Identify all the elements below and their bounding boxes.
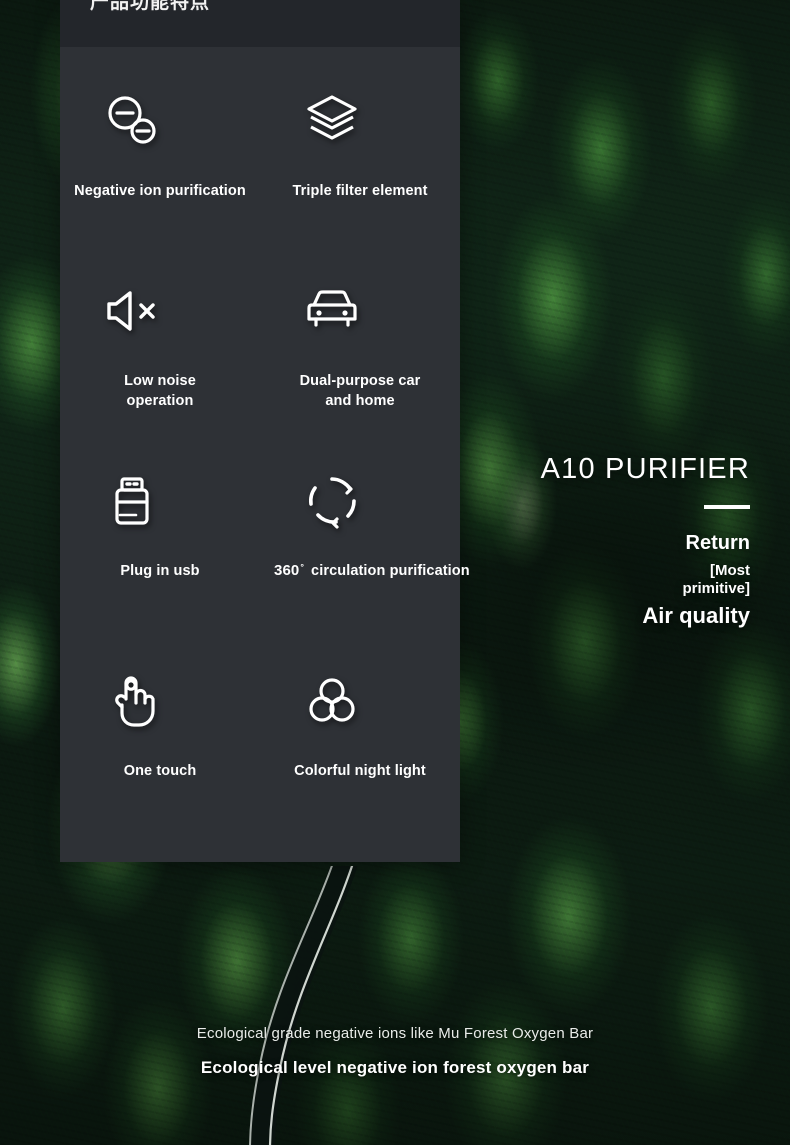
hero-text-block: A10 PURIFIER Return [Most primitive] Air…: [420, 452, 750, 629]
forest-road: [249, 866, 358, 1145]
card-header-title: 产品功能特点: [90, 0, 211, 13]
feature-card: 产品功能特点 Negative ion purification Triple …: [60, 0, 470, 862]
feature-item-low-noise[interactable]: Low noise operation: [60, 279, 260, 469]
feature-label-number: 360: [274, 562, 300, 579]
feature-label: Plug in usb: [120, 563, 200, 579]
feature-grid: Negative ion purification Triple filter …: [60, 47, 470, 862]
feature-row: Negative ion purification Triple filter …: [60, 89, 460, 279]
feature-label: Low noise operation: [124, 373, 196, 409]
title-accent-rule: [704, 505, 750, 509]
feature-row: Low noise operation Dual-purpose car and…: [60, 279, 460, 469]
negative-ion-icon: [100, 89, 164, 153]
triple-layers-icon: [300, 89, 364, 153]
feature-row: One touch Colorful night light: [60, 669, 460, 859]
car-icon: [300, 279, 364, 343]
hero-bracket-label: [Most primitive]: [682, 562, 750, 597]
feature-item-one-touch[interactable]: One touch: [60, 669, 260, 859]
product-title: A10 PURIFIER: [540, 453, 750, 485]
caption-primary: Ecological level negative ion forest oxy…: [200, 1058, 590, 1077]
usb-icon: [100, 469, 164, 533]
touch-hand-icon: [100, 669, 164, 733]
mute-speaker-icon: [100, 279, 164, 343]
circulation-360-icon: [300, 469, 364, 533]
feature-label: Dual-purpose car and home: [299, 373, 421, 409]
card-header: 产品功能特点: [60, 0, 460, 47]
hero-return-label: Return: [685, 532, 750, 554]
feature-label: Triple filter element: [292, 183, 428, 199]
feature-item-dual-purpose[interactable]: Dual-purpose car and home: [260, 279, 460, 469]
caption-secondary: Ecological grade negative ions like Mu F…: [196, 1025, 594, 1042]
feature-label: One touch: [123, 763, 197, 779]
feature-item-triple-filter[interactable]: Triple filter element: [260, 89, 460, 279]
hero-air-quality-label: Air quality: [642, 603, 750, 628]
feature-label: Negative ion purification: [74, 183, 246, 199]
feature-label: Colorful night light: [294, 763, 426, 779]
feature-item-negative-ion[interactable]: Negative ion purification: [60, 89, 260, 279]
degree-symbol: °: [300, 562, 305, 572]
feature-item-night-light[interactable]: Colorful night light: [260, 669, 460, 859]
feature-row: Plug in usb 360° circulation purificati: [60, 469, 470, 659]
feature-item-usb[interactable]: Plug in usb: [60, 469, 260, 659]
three-circles-icon: [300, 669, 364, 733]
